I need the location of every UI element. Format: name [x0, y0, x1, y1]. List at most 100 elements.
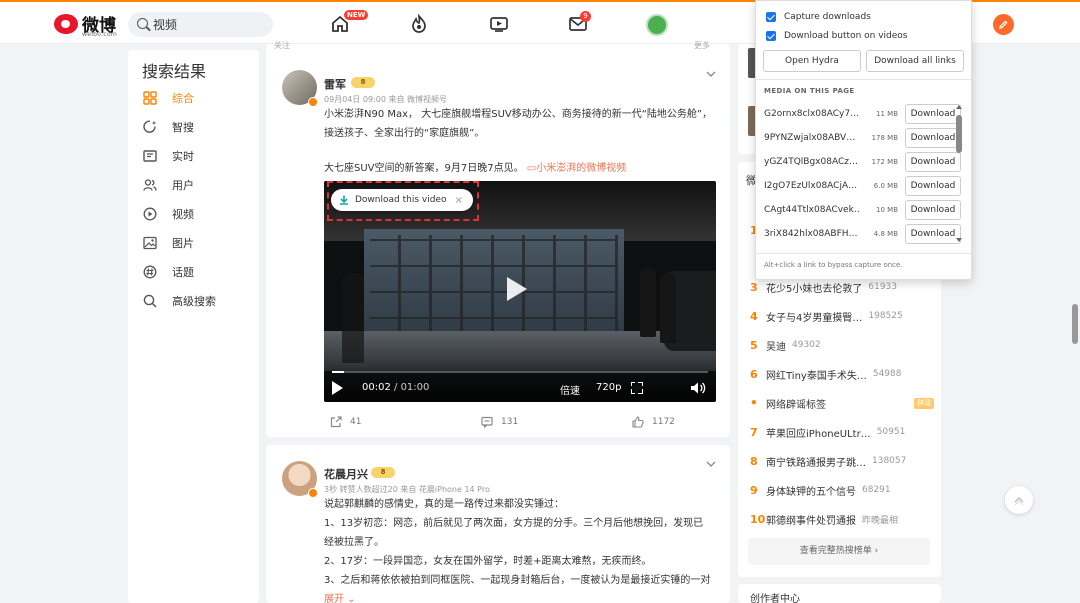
post-text-line: 3、之后和蒋依依被拍到同框医院、一起现身封箱后台，一度被认为是最接近实锤的一对: [324, 575, 711, 586]
expand-link[interactable]: 展开 ⌄: [324, 590, 724, 603]
sidebar-item-label: 智搜: [172, 121, 194, 134]
search-input[interactable]: [153, 16, 263, 33]
sidebar-item-advanced-search[interactable]: 高级搜索: [143, 292, 216, 310]
post-text-line: 大七座SUV空间的新答案，9月7日晚7点见。: [324, 163, 524, 174]
like-button[interactable]: 1172: [632, 416, 675, 428]
post-meta: 3秒 转赞人数超过20 来自 花晨iPhone 14 Pro: [324, 485, 490, 494]
back-to-top-button[interactable]: [1005, 486, 1033, 514]
playback-speed-button[interactable]: 倍速: [560, 382, 580, 397]
author-name[interactable]: 雷军: [324, 76, 346, 92]
fullscreen-icon[interactable]: [630, 381, 643, 394]
capture-downloads-checkbox[interactable]: Capture downloads: [766, 12, 871, 22]
play-icon[interactable]: [332, 381, 343, 395]
sidebar-item-videos[interactable]: 视频: [143, 205, 194, 223]
media-download-button[interactable]: Download: [905, 224, 961, 244]
scrollbar-thumb[interactable]: [956, 115, 962, 153]
post-text: 小米澎湃N90 Max， 大七座旗舰增程SUV移动办公、商务接待的新一代“陆地公…: [324, 105, 724, 178]
open-hydra-button[interactable]: Open Hydra: [763, 50, 861, 72]
hot-item[interactable]: 5 吴迪 49302: [750, 337, 821, 353]
popup-footer-hint: Alt+click a link to bypass capture once.: [764, 261, 903, 269]
creator-center-card[interactable]: 创作者中心: [738, 584, 941, 603]
video-player[interactable]: 00:02 / 01:00 倍速 720p Download this vide…: [324, 181, 716, 402]
media-download-button[interactable]: Download: [905, 128, 961, 148]
media-list-scrollbar[interactable]: [956, 105, 963, 245]
hot-item[interactable]: 6 网红Tiny泰国手术失… 54988: [750, 366, 901, 382]
follow-link[interactable]: 关注: [274, 40, 290, 51]
sidebar-item-users[interactable]: 用户: [143, 176, 194, 194]
hot-item[interactable]: 8 南宁铁路通报男子跳… 138057: [750, 453, 906, 469]
page-scrollbar[interactable]: [1070, 44, 1080, 603]
tv-play-icon: [490, 17, 508, 32]
chevron-up-icon: [1014, 497, 1024, 506]
scroll-up-arrow-icon[interactable]: [956, 105, 962, 109]
media-download-button[interactable]: Download: [905, 152, 961, 172]
compose-button[interactable]: [993, 14, 1014, 35]
media-size: 11 MB: [876, 110, 898, 118]
hot-item[interactable]: 9 身体缺钾的五个信号 68291: [750, 482, 891, 498]
close-icon[interactable]: ×: [454, 195, 462, 206]
hydra-extension-popup: Capture downloads Download button on vid…: [755, 0, 972, 280]
volume-icon[interactable]: [690, 381, 706, 395]
scroll-down-arrow-icon[interactable]: [956, 238, 962, 242]
vip-crown-badge: 8: [371, 467, 395, 478]
media-name: CAgt44Ttlx08ACvek…: [764, 205, 860, 215]
more-link[interactable]: 更多: [694, 40, 710, 51]
media-download-button[interactable]: Download: [905, 200, 961, 220]
search-box[interactable]: [128, 12, 273, 37]
video-progress-bar[interactable]: [332, 371, 708, 373]
sidebar-item-smart-search[interactable]: 智搜: [143, 118, 194, 136]
vip-crown-badge: 8: [351, 77, 375, 88]
feed-post: 关注 更多 雷军 8 09月04日 09:00 来自 微博视频号 小米澎湃N90…: [266, 41, 730, 437]
sidebar-item-topics[interactable]: 话题: [143, 263, 194, 281]
media-size: 178 MB: [871, 134, 898, 142]
message-count-badge: 9: [580, 11, 591, 22]
weibo-logo[interactable]: 微博 weibo.com: [54, 11, 120, 39]
hot-item[interactable]: 3 花少5小妹也去伦敦了 61933: [750, 279, 897, 295]
download-all-links-button[interactable]: Download all links: [866, 50, 964, 72]
creator-center-title: 创作者中心: [750, 594, 800, 603]
author-name[interactable]: 花晨月兴: [324, 466, 368, 482]
media-item: 3riX842hlx08ABFH… 4.8 MB Download: [764, 224, 961, 244]
hot-item[interactable]: 7 苹果回应iPhoneULtr… 50951: [750, 424, 905, 440]
play-overlay-icon[interactable]: [507, 277, 527, 301]
download-this-video-button[interactable]: Download this video ×: [331, 189, 473, 211]
sidebar-item-images[interactable]: 图片: [143, 234, 194, 252]
hot-item[interactable]: 4 女子与4岁男童摸臀… 198525: [750, 308, 903, 324]
nav-hot[interactable]: [409, 13, 429, 34]
download-button-on-videos-checkbox[interactable]: Download button on videos: [766, 31, 908, 41]
post-action-bar: 41 131 1172: [266, 414, 730, 432]
media-item: CAgt44Ttlx08ACvek… 10 MB Download: [764, 200, 961, 220]
checkbox-label: Download button on videos: [784, 31, 908, 41]
search-icon: [143, 294, 157, 308]
video-source-link[interactable]: ▭小米澎湃的微博视频: [527, 163, 626, 174]
comment-count: 131: [501, 417, 519, 427]
grid-icon: [143, 91, 157, 105]
media-download-button[interactable]: Download: [905, 176, 961, 196]
hot-item[interactable]: • 网络辟谣标签: [750, 395, 826, 411]
sidebar-item-comprehensive[interactable]: 综合: [143, 89, 194, 107]
user-avatar[interactable]: [646, 14, 668, 36]
sidebar-item-label: 综合: [172, 92, 194, 105]
video-progress-fill: [332, 371, 345, 373]
post-menu-chevron-icon[interactable]: [706, 458, 716, 468]
nav-video[interactable]: [489, 14, 509, 34]
feed-post: 花晨月兴 8 3秒 转赞人数超过20 来自 花晨iPhone 14 Pro 说起…: [266, 445, 730, 603]
media-download-button[interactable]: Download: [905, 104, 961, 124]
nav-messages[interactable]: 9: [568, 11, 591, 34]
view-full-hot-list-button[interactable]: 查看完整热搜榜单 ›: [748, 538, 930, 565]
post-text-line: 1、13岁初恋：网恋，前后就见了两次面，女方提的分手。三个月后他想挽回，发现已: [324, 518, 704, 529]
comment-button[interactable]: 131: [481, 416, 518, 428]
media-name: yGZ4TQlBgx08ACz…: [764, 157, 858, 167]
nav-home[interactable]: NEW: [330, 10, 369, 34]
like-count: 1172: [652, 417, 675, 427]
sidebar-item-realtime[interactable]: 实时: [143, 147, 194, 165]
media-name: 9PYNZwjalx08ABV…: [764, 133, 856, 143]
checkbox-label: Capture downloads: [784, 12, 871, 22]
comment-icon: [481, 416, 493, 428]
share-button[interactable]: 41: [330, 416, 361, 428]
post-menu-chevron-icon[interactable]: [706, 68, 716, 78]
hot-item[interactable]: 10 郭德纲事件处罚通报 昨晚最相: [750, 511, 898, 527]
quality-button[interactable]: 720p: [596, 382, 621, 393]
scrollbar-thumb[interactable]: [1072, 304, 1078, 344]
post-text-line: 2、17岁：一段异国恋，女友在国外留学，时差+距离太难熬，无疾而终。: [324, 556, 652, 567]
